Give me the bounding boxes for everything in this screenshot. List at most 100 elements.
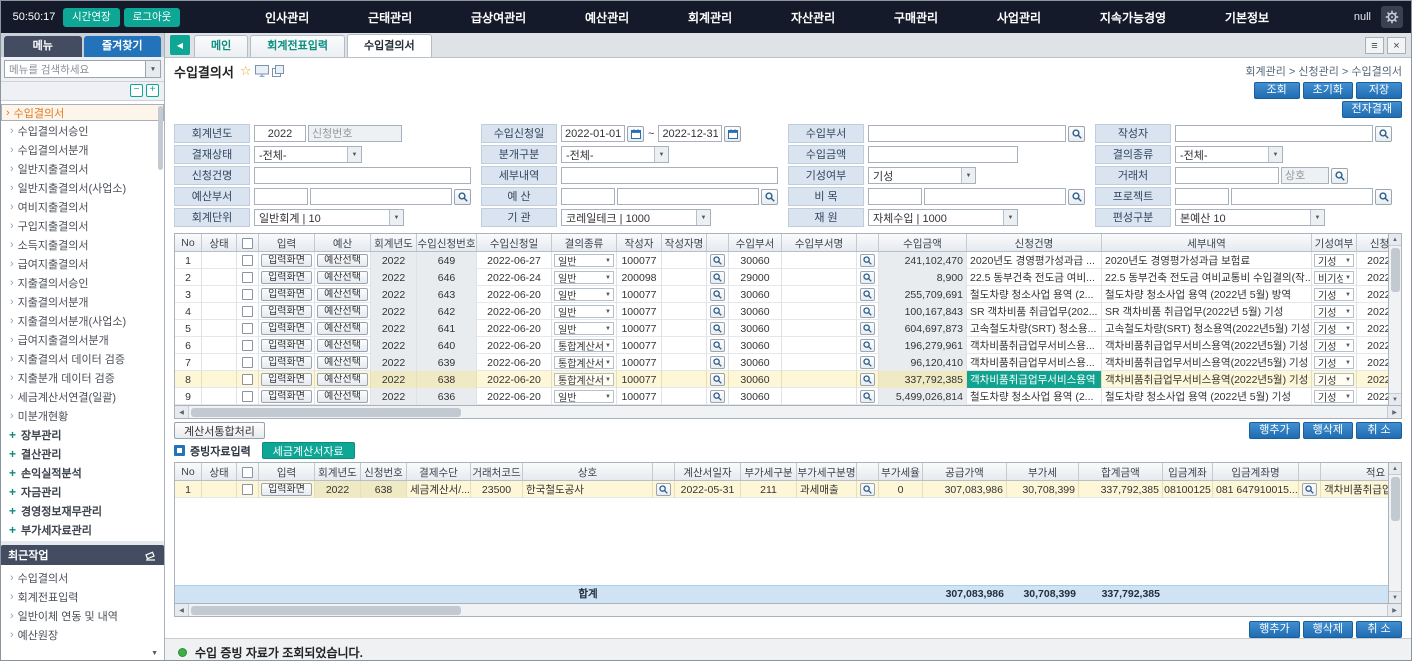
scroll-left-icon[interactable]: ◀ <box>175 604 189 616</box>
scroll-up-icon[interactable]: ▲ <box>1389 463 1401 475</box>
writer-search-button[interactable] <box>710 305 725 318</box>
tab-list-button[interactable]: ≡ <box>1365 37 1384 54</box>
row-checkbox[interactable] <box>242 272 253 283</box>
input-screen-button[interactable]: 입력화면 <box>261 322 312 335</box>
vendor-input[interactable] <box>1175 167 1279 184</box>
decision-type-cell-select[interactable]: 일반▼ <box>554 254 614 267</box>
sidebar-menu-item[interactable]: ›수입결의서 <box>1 104 164 121</box>
sidebar-menu-item[interactable]: ›지출결의서분개 <box>1 292 164 311</box>
search-icon[interactable] <box>1068 126 1085 142</box>
topbar-menu-item[interactable]: 급상여관리 <box>471 9 526 26</box>
select-all-checkbox[interactable] <box>242 467 253 478</box>
dept-search-button[interactable] <box>860 271 875 284</box>
request-no-input[interactable] <box>308 125 402 142</box>
document-tab[interactable]: 수입결의서 <box>347 34 432 57</box>
sidebar-menu-item[interactable]: ›미분개현황 <box>1 406 164 425</box>
sidebar-menu-item[interactable]: ›세금계산서연결(일괄) <box>1 387 164 406</box>
grid-row[interactable]: 7입력화면예산선택20226392022-06-20통합계산서▼10007730… <box>175 354 1388 371</box>
sidebar-menu-item[interactable]: ›지출결의서분개(사업소) <box>1 311 164 330</box>
completion-cell-select[interactable]: 기성▼ <box>1314 322 1354 335</box>
scroll-right-icon[interactable]: ▶ <box>1387 406 1401 418</box>
scrollbar-thumb[interactable] <box>191 606 461 615</box>
sidebar-scroll-down-icon[interactable]: ▼ <box>1 650 164 660</box>
approval-status-select[interactable]: -전체-▼ <box>254 146 362 163</box>
income-dept-input[interactable] <box>868 125 1066 142</box>
writer-search-button[interactable] <box>710 373 725 386</box>
menu-search-input[interactable]: 메뉴를 검색하세요 ▼ <box>4 60 161 78</box>
sidebar-tab-favorites[interactable]: 즐겨찾기 <box>84 36 162 57</box>
sidebar-group-item[interactable]: +경영정보재무관리 <box>1 501 164 520</box>
writer-search-button[interactable] <box>710 390 725 403</box>
budget-class-select[interactable]: 본예산 10▼ <box>1175 209 1325 226</box>
scroll-down-icon[interactable]: ▼ <box>1389 393 1401 405</box>
tab-scroll-left-button[interactable]: ◀ <box>170 35 190 55</box>
budget-dept-name-input[interactable] <box>310 188 452 205</box>
vendor-name-input[interactable] <box>1281 167 1329 184</box>
row-checkbox[interactable] <box>242 391 253 402</box>
grid-row[interactable]: 3입력화면예산선택20226432022-06-20일반▼10007730060… <box>175 286 1388 303</box>
writer-input[interactable] <box>1175 125 1373 142</box>
decision-type-cell-select[interactable]: 일반▼ <box>554 271 614 284</box>
search-icon[interactable] <box>1375 126 1392 142</box>
sidebar-menu-item[interactable]: ›지출결의서 데이터 검증 <box>1 349 164 368</box>
tax-invoice-data-button[interactable]: 세금계산서자료 <box>262 442 355 459</box>
writer-search-button[interactable] <box>710 254 725 267</box>
project-code-input[interactable] <box>1175 188 1229 205</box>
input-screen-button[interactable]: 입력화면 <box>261 288 312 301</box>
income-amount-input[interactable] <box>868 146 1018 163</box>
dept-search-button[interactable] <box>860 339 875 352</box>
search-icon[interactable] <box>454 189 471 205</box>
collapse-all-button[interactable]: − <box>130 84 143 97</box>
row-checkbox[interactable] <box>242 306 253 317</box>
input-screen-button[interactable]: 입력화면 <box>261 339 312 352</box>
expand-plus-icon[interactable]: + <box>9 504 16 518</box>
sidebar-menu-item[interactable]: ›일반지출결의서(사업소) <box>1 178 164 197</box>
delete-row-button[interactable]: 행삭제 <box>1303 422 1353 439</box>
income-date-from-input[interactable] <box>561 125 625 142</box>
search-icon[interactable] <box>1331 168 1348 184</box>
topbar-menu-item[interactable]: 자산관리 <box>791 9 835 26</box>
vat-type-search-button[interactable] <box>860 483 875 496</box>
scroll-right-icon[interactable]: ▶ <box>1387 604 1401 616</box>
row-checkbox[interactable] <box>242 255 253 266</box>
input-screen-button[interactable]: 입력화면 <box>261 483 312 496</box>
grid2-horizontal-scrollbar[interactable]: ◀ ▶ <box>174 604 1402 617</box>
search-icon[interactable] <box>1068 189 1085 205</box>
completion-cell-select[interactable]: 기성▼ <box>1314 305 1354 318</box>
organization-select[interactable]: 코레일테크 | 1000▼ <box>561 209 711 226</box>
sidebar-menu-item[interactable]: ›수입결의서분개 <box>1 140 164 159</box>
extend-time-button[interactable]: 시간연장 <box>63 8 120 27</box>
accounting-unit-select[interactable]: 일반회계 | 10▼ <box>254 209 404 226</box>
row-checkbox[interactable] <box>242 340 253 351</box>
grid2-vertical-scrollbar[interactable]: ▲ ▼ <box>1389 462 1402 604</box>
grid-row[interactable]: 1입력화면예산선택20226492022-06-27일반▼10007730060… <box>175 252 1388 269</box>
dept-search-button[interactable] <box>860 254 875 267</box>
logout-button[interactable]: 로그아웃 <box>124 8 181 27</box>
screen-icon[interactable] <box>255 64 269 78</box>
writer-search-button[interactable] <box>710 322 725 335</box>
fund-source-select[interactable]: 자체수입 | 1000▼ <box>868 209 1018 226</box>
project-name-input[interactable] <box>1231 188 1373 205</box>
writer-search-button[interactable] <box>710 356 725 369</box>
add-row-button[interactable]: 행추가 <box>1249 422 1299 439</box>
topbar-menu-item[interactable]: 기본정보 <box>1225 9 1269 26</box>
add-row-button[interactable]: 행추가 <box>1249 621 1299 638</box>
cancel-button[interactable]: 취 소 <box>1356 422 1402 439</box>
sidebar-menu-item[interactable]: ›일반지출결의서 <box>1 159 164 178</box>
writer-search-button[interactable] <box>710 339 725 352</box>
completion-cell-select[interactable]: 기성▼ <box>1314 373 1354 386</box>
dept-search-button[interactable] <box>860 322 875 335</box>
grid-row[interactable]: 4입력화면예산선택20226422022-06-20일반▼10007730060… <box>175 303 1388 320</box>
cancel-button[interactable]: 취 소 <box>1356 621 1402 638</box>
sidebar-group-item[interactable]: +결산관리 <box>1 444 164 463</box>
document-tab[interactable]: 메인 <box>194 35 248 57</box>
reset-button[interactable]: 초기화 <box>1303 82 1353 99</box>
fiscal-year-input[interactable] <box>254 125 306 142</box>
decision-type-cell-select[interactable]: 일반▼ <box>554 322 614 335</box>
decision-type-cell-select[interactable]: 일반▼ <box>554 390 614 403</box>
completion-cell-select[interactable]: 기성▼ <box>1314 356 1354 369</box>
search-button[interactable]: 조회 <box>1254 82 1300 99</box>
scroll-left-icon[interactable]: ◀ <box>175 406 189 418</box>
input-screen-button[interactable]: 입력화면 <box>261 305 312 318</box>
scroll-down-icon[interactable]: ▼ <box>1389 591 1401 603</box>
